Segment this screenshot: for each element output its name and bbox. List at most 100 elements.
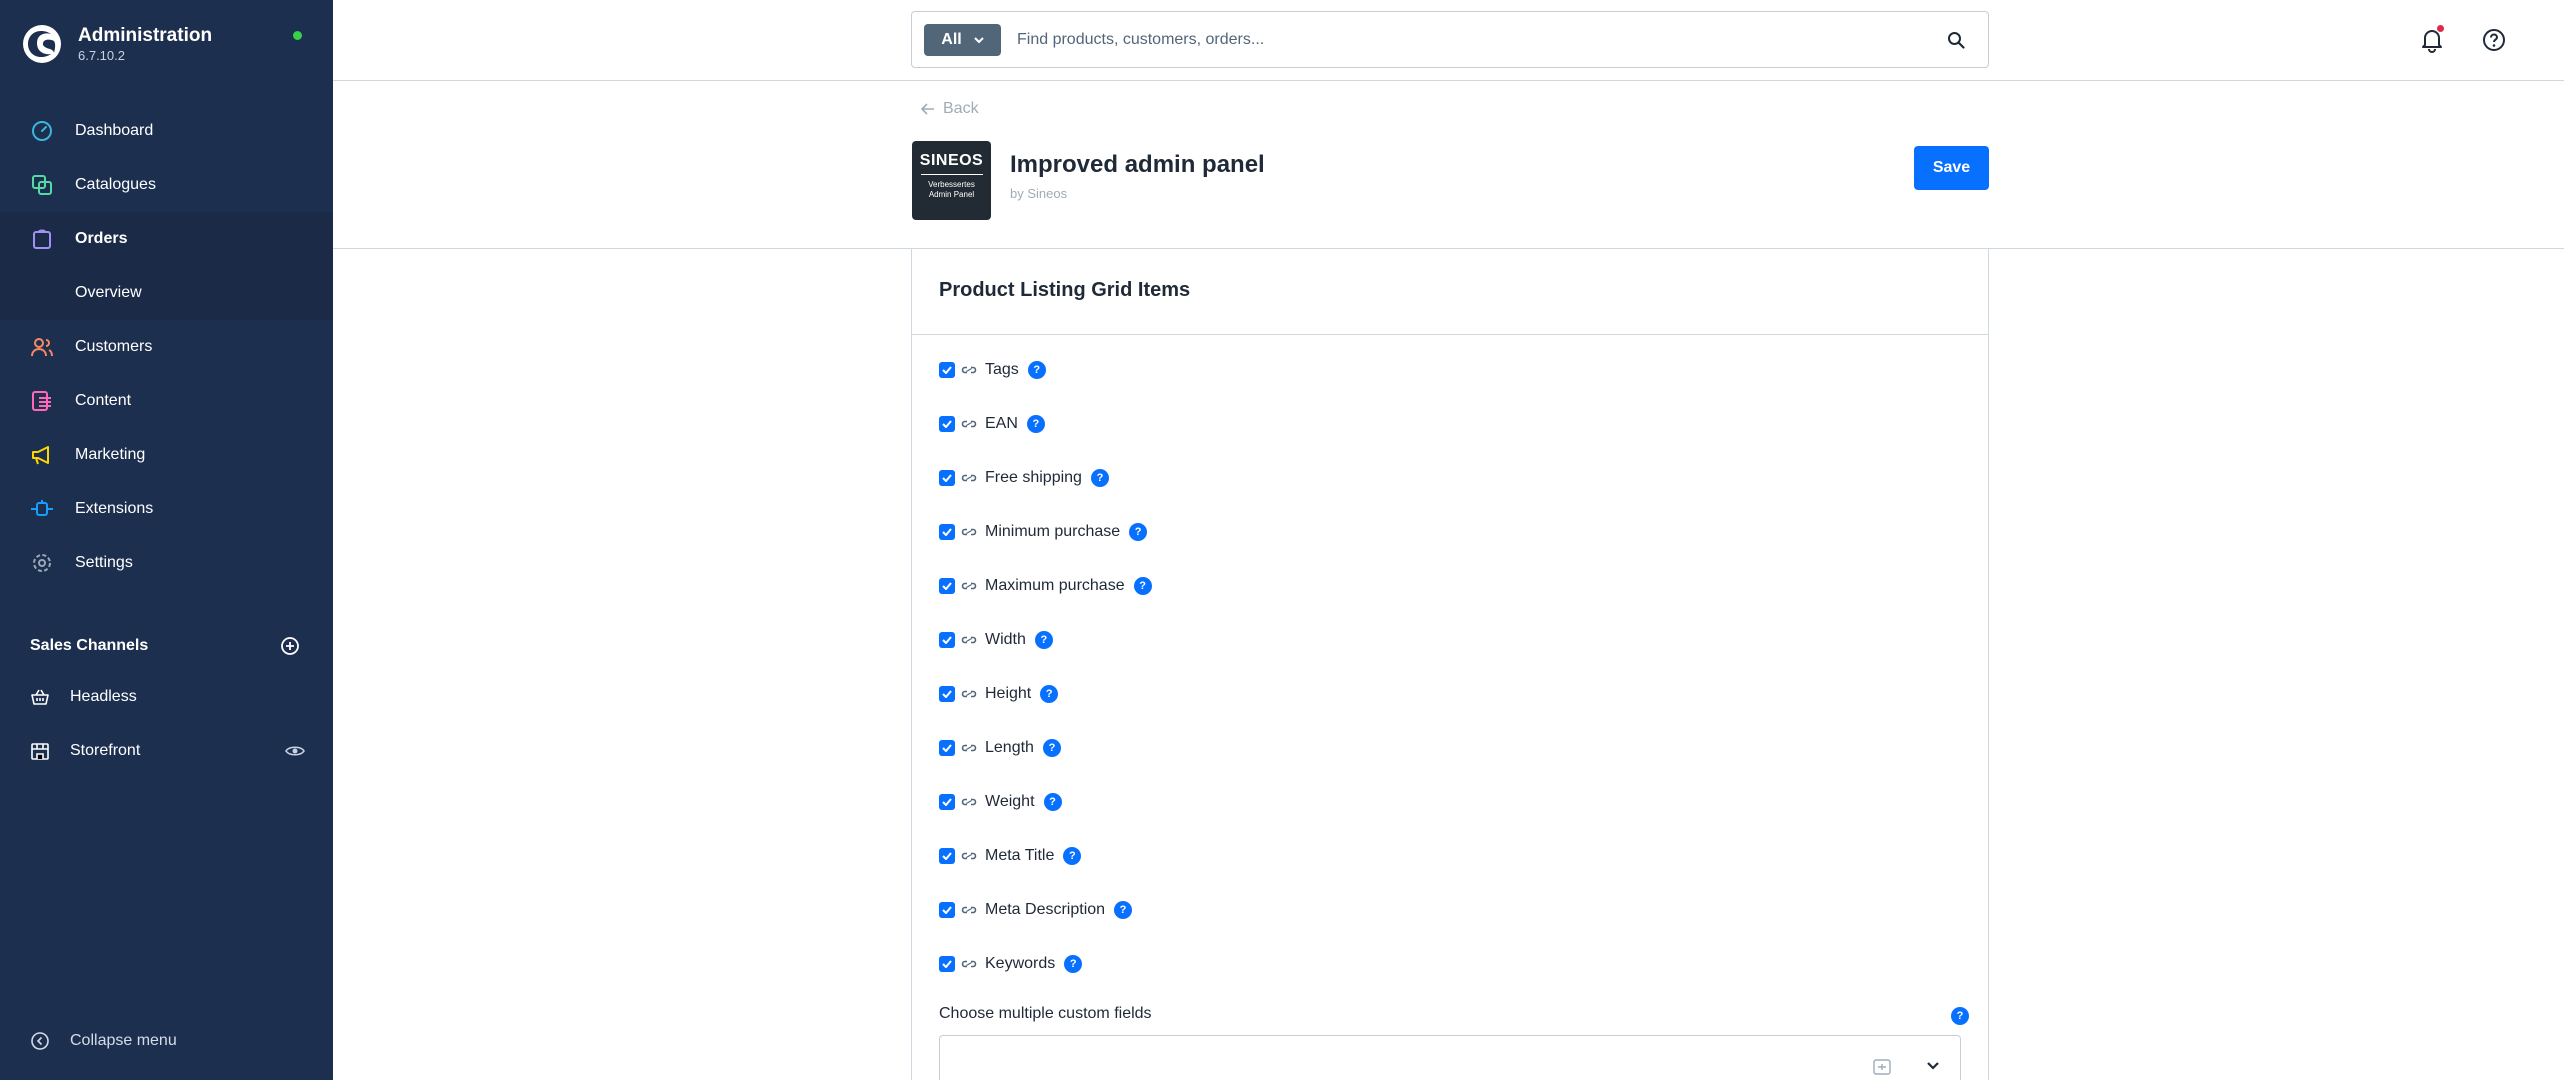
- inheritance-link-icon[interactable]: [959, 686, 979, 702]
- option-checkbox[interactable]: [939, 686, 955, 702]
- option-row: Length?: [939, 736, 1061, 760]
- option-row: Weight?: [939, 790, 1062, 814]
- card-divider: [912, 334, 1988, 335]
- gear-icon: [30, 551, 54, 575]
- option-checkbox[interactable]: [939, 848, 955, 864]
- option-checkbox[interactable]: [939, 470, 955, 486]
- nav-item-customers[interactable]: Customers: [0, 320, 333, 374]
- option-checkbox[interactable]: [939, 794, 955, 810]
- option-checkbox[interactable]: [939, 740, 955, 756]
- help-tooltip-icon[interactable]: ?: [1040, 685, 1059, 703]
- checkmark-icon: [942, 636, 952, 644]
- option-checkbox[interactable]: [939, 956, 955, 972]
- checkmark-icon: [942, 906, 952, 914]
- option-row: Height?: [939, 682, 1059, 706]
- nav-item-marketing[interactable]: Marketing: [0, 428, 333, 482]
- inheritance-link-icon[interactable]: [959, 902, 979, 918]
- help-tooltip-icon[interactable]: ?: [1090, 469, 1109, 487]
- option-checkbox[interactable]: [939, 902, 955, 918]
- nav-label: Dashboard: [75, 122, 154, 139]
- help-tooltip-icon[interactable]: ?: [1027, 361, 1046, 379]
- online-status-indicator: [293, 31, 302, 40]
- search-type-dropdown[interactable]: All: [924, 23, 1001, 56]
- help-tooltip-icon[interactable]: ?: [1064, 955, 1083, 973]
- help-tooltip-icon[interactable]: ?: [1129, 523, 1148, 541]
- inheritance-link-icon[interactable]: [959, 524, 979, 540]
- checkmark-icon: [942, 420, 952, 428]
- nav-subitem-overview[interactable]: Overview: [0, 266, 333, 320]
- checkmark-icon: [942, 582, 952, 590]
- help-tooltip-icon[interactable]: ?: [1951, 1007, 1969, 1025]
- search-input[interactable]: [1017, 19, 1936, 60]
- nav-item-content[interactable]: Content: [0, 374, 333, 428]
- plug-icon: [30, 497, 54, 521]
- extension-author: by Sineos: [1010, 186, 1068, 201]
- add-circle-icon[interactable]: [280, 636, 300, 656]
- arrow-left-icon: [921, 103, 934, 115]
- nav-label: Orders: [75, 230, 128, 247]
- inheritance-link-icon[interactable]: [959, 956, 979, 972]
- help-tooltip-icon[interactable]: ?: [1042, 739, 1061, 757]
- custom-fields-select[interactable]: [939, 1035, 1961, 1080]
- help-tooltip-icon[interactable]: ?: [1043, 793, 1062, 811]
- sales-channel-storefront[interactable]: Storefront: [30, 736, 305, 766]
- option-row: Width?: [939, 628, 1053, 652]
- inheritance-link-icon[interactable]: [959, 632, 979, 648]
- nav-label: Extensions: [75, 500, 154, 517]
- option-checkbox[interactable]: [939, 524, 955, 540]
- inheritance-link-icon[interactable]: [959, 416, 979, 432]
- chevron-down-icon[interactable]: [1925, 1057, 1941, 1073]
- help-tooltip-icon[interactable]: ?: [1133, 577, 1152, 595]
- checkmark-icon: [942, 366, 952, 374]
- inheritance-link-icon[interactable]: [959, 848, 979, 864]
- custom-fields-label: Choose multiple custom fields: [939, 1005, 1152, 1022]
- search-button[interactable]: [1936, 20, 1976, 60]
- save-button[interactable]: Save: [1914, 146, 1989, 190]
- search-type-label: All: [941, 30, 962, 48]
- brand[interactable]: Administration 6.7.10.2: [22, 24, 212, 64]
- help-tooltip-icon[interactable]: ?: [1114, 901, 1133, 919]
- inheritance-link-icon[interactable]: [959, 794, 979, 810]
- back-link[interactable]: Back: [921, 100, 979, 118]
- inheritance-link-icon[interactable]: [959, 578, 979, 594]
- help-icon[interactable]: [2480, 26, 2508, 54]
- nav-item-extensions[interactable]: Extensions: [0, 482, 333, 536]
- option-checkbox[interactable]: [939, 362, 955, 378]
- settings-card: Product Listing Grid Items Tags? EAN? Free…: [911, 249, 1989, 1080]
- inheritance-link-icon[interactable]: [959, 470, 979, 486]
- extension-logo: SINEOS Verbessertes Admin Panel: [912, 141, 991, 220]
- checkmark-icon: [942, 798, 952, 806]
- collapse-menu-button[interactable]: Collapse menu: [30, 1031, 177, 1051]
- inheritance-link-icon[interactable]: [959, 740, 979, 756]
- sales-channel-label: Storefront: [70, 742, 141, 759]
- back-label: Back: [943, 100, 979, 117]
- help-tooltip-icon[interactable]: ?: [1026, 415, 1045, 433]
- option-row: Maximum purchase?: [939, 574, 1152, 598]
- help-tooltip-icon[interactable]: ?: [1034, 631, 1053, 649]
- search-icon: [1948, 31, 1965, 49]
- option-label: Meta Description: [985, 901, 1106, 918]
- nav-item-settings[interactable]: Settings: [0, 536, 333, 590]
- megaphone-icon: [30, 443, 54, 467]
- sales-channels-header: Sales Channels: [30, 636, 300, 656]
- collapse-menu-label: Collapse menu: [70, 1032, 177, 1049]
- nav-item-dashboard[interactable]: Dashboard: [0, 104, 333, 158]
- sales-channel-headless[interactable]: Headless: [30, 682, 305, 712]
- checkmark-icon: [942, 528, 952, 536]
- nav-item-catalogues[interactable]: Catalogues: [0, 158, 333, 212]
- option-checkbox[interactable]: [939, 632, 955, 648]
- option-checkbox[interactable]: [939, 416, 955, 432]
- option-checkbox[interactable]: [939, 578, 955, 594]
- nav-item-orders[interactable]: Orders: [0, 212, 333, 266]
- nav-label: Marketing: [75, 446, 146, 463]
- inheritance-link-icon[interactable]: [959, 362, 979, 378]
- basket-icon: [31, 689, 49, 705]
- option-row: Meta Title?: [939, 844, 1082, 868]
- logo-line-1: SINEOS: [919, 152, 984, 169]
- eye-icon[interactable]: [285, 744, 305, 758]
- brand-title: Administration: [78, 25, 213, 46]
- app-version: 6.7.10.2: [78, 48, 125, 63]
- shopping-bag-icon: [30, 227, 54, 251]
- option-row: EAN?: [939, 412, 1045, 436]
- help-tooltip-icon[interactable]: ?: [1063, 847, 1082, 865]
